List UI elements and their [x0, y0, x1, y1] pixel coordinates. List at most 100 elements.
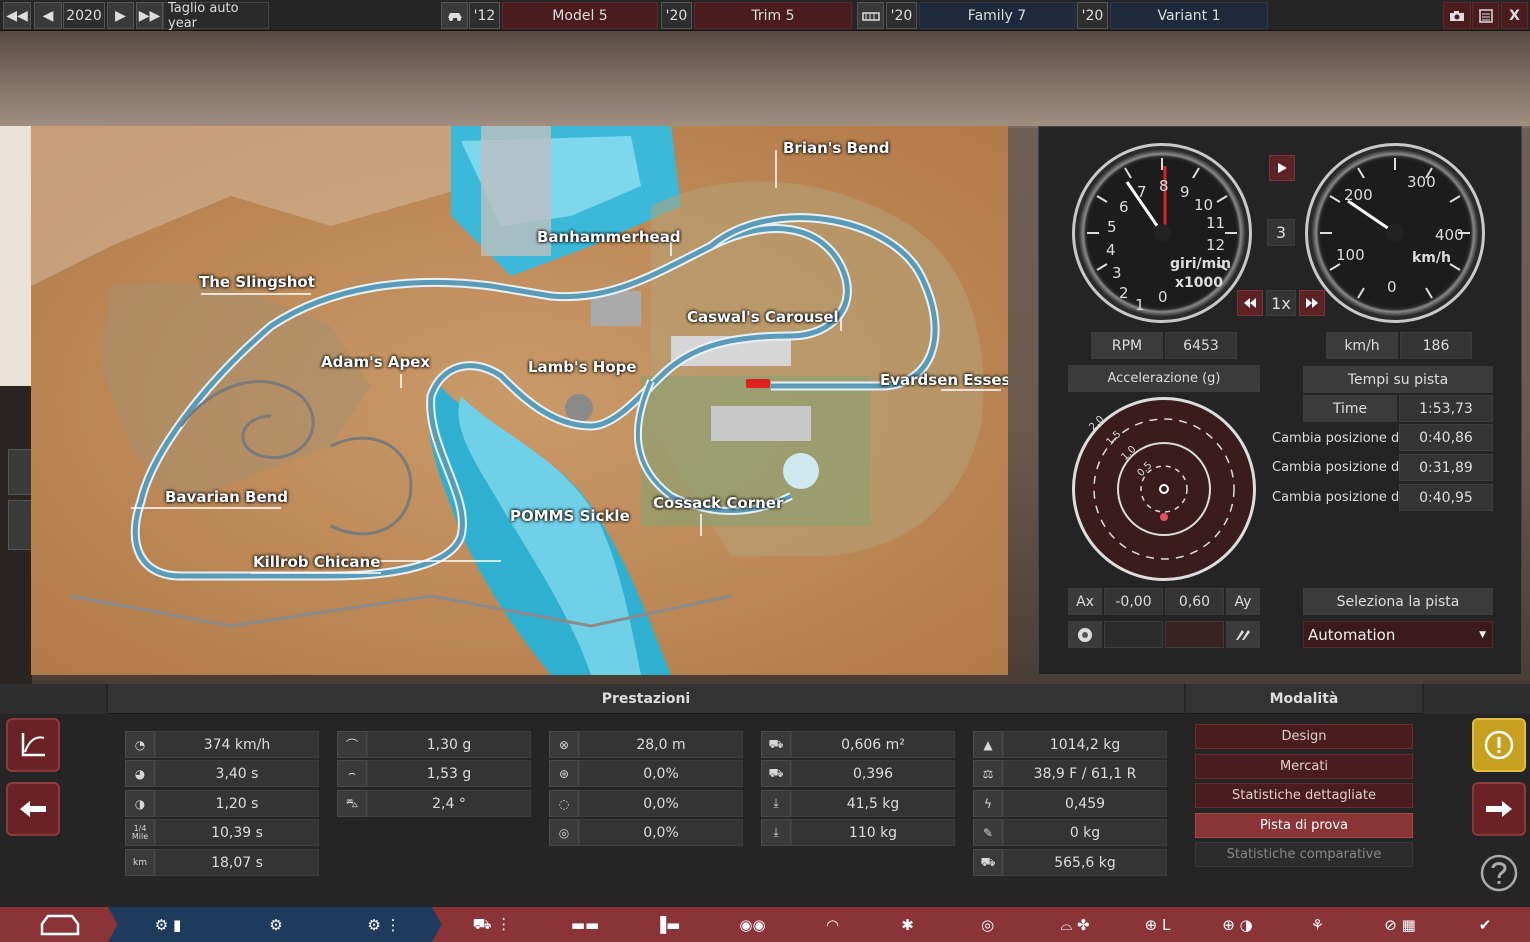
showroom-ceiling	[0, 31, 1530, 126]
nav-drivetrain-icon[interactable]: ▐▬	[620, 907, 715, 942]
km-icon: km	[125, 849, 155, 876]
balance-icon: ⚖	[973, 760, 1003, 787]
nav-steering-icon[interactable]: ⊕ ◑	[1190, 907, 1285, 942]
truck-icon: ⛟	[973, 849, 1003, 876]
stat-understeer: ◌ 0,0%	[549, 790, 743, 817]
mode-detailed-stats-button[interactable]: Statistiche dettagliate	[1195, 783, 1413, 808]
nav-body-icon[interactable]	[0, 907, 120, 942]
rewind-button[interactable]	[1237, 290, 1263, 316]
fast-forward-button[interactable]	[1299, 290, 1325, 316]
map-label-adams-apex: Adam's Apex	[321, 353, 431, 371]
rpm-unit: giri/min	[1170, 256, 1231, 272]
stat-lateral-g-low: ⌒ 1,30 g	[337, 731, 531, 758]
side-collapsed-button[interactable]	[8, 449, 32, 495]
nav-suspension-icon[interactable]: ◉◉	[705, 907, 800, 942]
left-header-spacer	[0, 684, 106, 714]
bottom-nav: ⚙ ▮ ⚙ ⚙ ⋮ ⛟ ⋮ ▬▬ ▐▬ ◉◉ ◠ ✱ ◎ ⌓ ✤ ⊕ L ⊕ ◑…	[0, 907, 1530, 942]
stat-value: 0,396	[791, 760, 955, 787]
brake-disc-icon: ⊗	[549, 731, 579, 758]
stat-value: 565,6 kg	[1003, 849, 1167, 876]
close-button[interactable]: X	[1501, 2, 1528, 29]
playback-speed[interactable]: 1x	[1266, 290, 1296, 316]
nav-engine-parts-icon[interactable]: ⚙	[216, 907, 336, 942]
nav-testing-icon[interactable]: ⊘ ▦	[1350, 907, 1450, 942]
map-label-lambs-hope: Lamb's Hope	[528, 358, 637, 376]
stat-top-speed: ◔ 374 km/h	[125, 731, 319, 758]
variant-selector[interactable]: Variant 1	[1110, 2, 1268, 29]
stat-towing: ⛟ 565,6 kg	[973, 849, 1167, 876]
stat-value: 1014,2 kg	[1003, 731, 1167, 758]
rpm-tick: 5	[1107, 218, 1117, 236]
warning-button[interactable]	[1472, 718, 1526, 772]
notes-icon[interactable]	[1472, 2, 1499, 29]
nav-brakes-icon[interactable]: ◠	[790, 907, 875, 942]
telemetry-panel: 1 2 3 4 5 6 7 8 9 10 11 12 0 giri/min x1…	[1038, 126, 1522, 675]
nav-finish-icon[interactable]: ✔	[1440, 907, 1530, 942]
ax-label: Ax	[1068, 588, 1102, 615]
modalita-title: Modalità	[1186, 684, 1422, 714]
play-button[interactable]	[1269, 155, 1295, 181]
stat-value: 0,459	[1003, 790, 1167, 817]
stat-power-ratio: ϟ 0,459	[973, 790, 1167, 817]
engine-icon[interactable]	[857, 2, 884, 29]
stat-value: 38,9 F / 61,1 R	[1003, 760, 1167, 787]
forward-button[interactable]	[1472, 782, 1526, 836]
nav-chassis-icon[interactable]: ▬▬	[540, 907, 630, 942]
variant-year: '20	[1077, 2, 1108, 29]
stat-0-100: ◕ 3,40 s	[125, 760, 319, 787]
stat-value: 18,07 s	[155, 849, 319, 876]
prev-button[interactable]: ◀	[34, 2, 62, 29]
mode-design-button[interactable]: Design	[1195, 724, 1413, 749]
rpm-tick: 2	[1119, 284, 1129, 302]
nav-engine-design-icon[interactable]: ⚙ ▮	[108, 907, 228, 942]
map-label-cossack-corner: Cossack Corner	[653, 494, 784, 512]
nav-tires-icon[interactable]: ◎	[940, 907, 1035, 942]
track-map: Brian's Bend Banhammerhead The Slingshot…	[31, 126, 1008, 675]
nav-car-layout-icon[interactable]: ⛟ ⋮	[432, 907, 552, 942]
rpm-unit-multiplier: x1000	[1175, 275, 1223, 291]
stat-value: 28,0 m	[579, 731, 743, 758]
acceleration-title: Accelerazione (g)	[1068, 365, 1260, 392]
map-label-bavarian-bend: Bavarian Bend	[165, 488, 289, 506]
tire-icon[interactable]	[1068, 621, 1102, 648]
camera-icon[interactable]	[1443, 2, 1471, 29]
stat-value: 10,39 s	[155, 819, 319, 846]
brake-temp-icon[interactable]	[1226, 621, 1260, 648]
speedometer-icon: ◑	[125, 790, 155, 817]
nav-engine-tune-icon[interactable]: ⚙ ⋮	[324, 907, 444, 942]
time-label: Time	[1303, 395, 1397, 422]
help-button[interactable]	[1472, 846, 1526, 900]
nav-aero-icon[interactable]: ⌓ ✤	[1025, 907, 1125, 942]
mode-markets-button[interactable]: Mercati	[1195, 754, 1413, 779]
nav-wheels-icon[interactable]: ✱	[865, 907, 950, 942]
mode-test-track-button[interactable]: Pista di prova	[1195, 813, 1413, 838]
car-front-icon: ⛟	[761, 760, 791, 787]
next-button[interactable]: ▶	[107, 2, 134, 29]
model-selector[interactable]: Model 5	[502, 2, 658, 29]
mode-comparative-stats-button[interactable]: Statistiche comparative	[1195, 842, 1413, 867]
stat-lateral-g-high: ⌢ 1,53 g	[337, 760, 531, 787]
map-label-caswals-carousel: Caswal's Carousel	[687, 308, 839, 326]
select-track-label: Seleziona la pista	[1303, 588, 1493, 615]
stat-value: 0,606 m²	[791, 731, 955, 758]
family-selector[interactable]: Family 7	[919, 2, 1075, 29]
back-button[interactable]	[6, 782, 60, 836]
chart-axis-button[interactable]	[6, 718, 60, 772]
stat-brake-fade: ⊛ 0,0%	[549, 760, 743, 787]
stat-value: 0,0%	[579, 760, 743, 787]
car-icon[interactable]	[441, 2, 468, 29]
next-fast-button[interactable]: ▶▶	[136, 2, 163, 29]
trim-year: '20	[661, 2, 692, 29]
trim-selector[interactable]: Trim 5	[694, 2, 852, 29]
rpm-tick: 8	[1159, 177, 1169, 195]
stat-value: 0,0%	[579, 790, 743, 817]
rpm-tick: 9	[1180, 183, 1190, 201]
stat-braking: ⊗ 28,0 m	[549, 731, 743, 758]
nav-fixtures-icon[interactable]: ⚘	[1275, 907, 1360, 942]
track-dropdown[interactable]: Automation ▼	[1303, 621, 1493, 648]
rpm-tick: 6	[1119, 198, 1129, 216]
side-collapsed-button-2[interactable]	[8, 500, 32, 550]
nav-interior-icon[interactable]: ⊕ L	[1115, 907, 1200, 942]
prev-fast-button[interactable]: ◀◀	[3, 2, 31, 29]
stat-weight: ▲ 1014,2 kg	[973, 731, 1167, 758]
